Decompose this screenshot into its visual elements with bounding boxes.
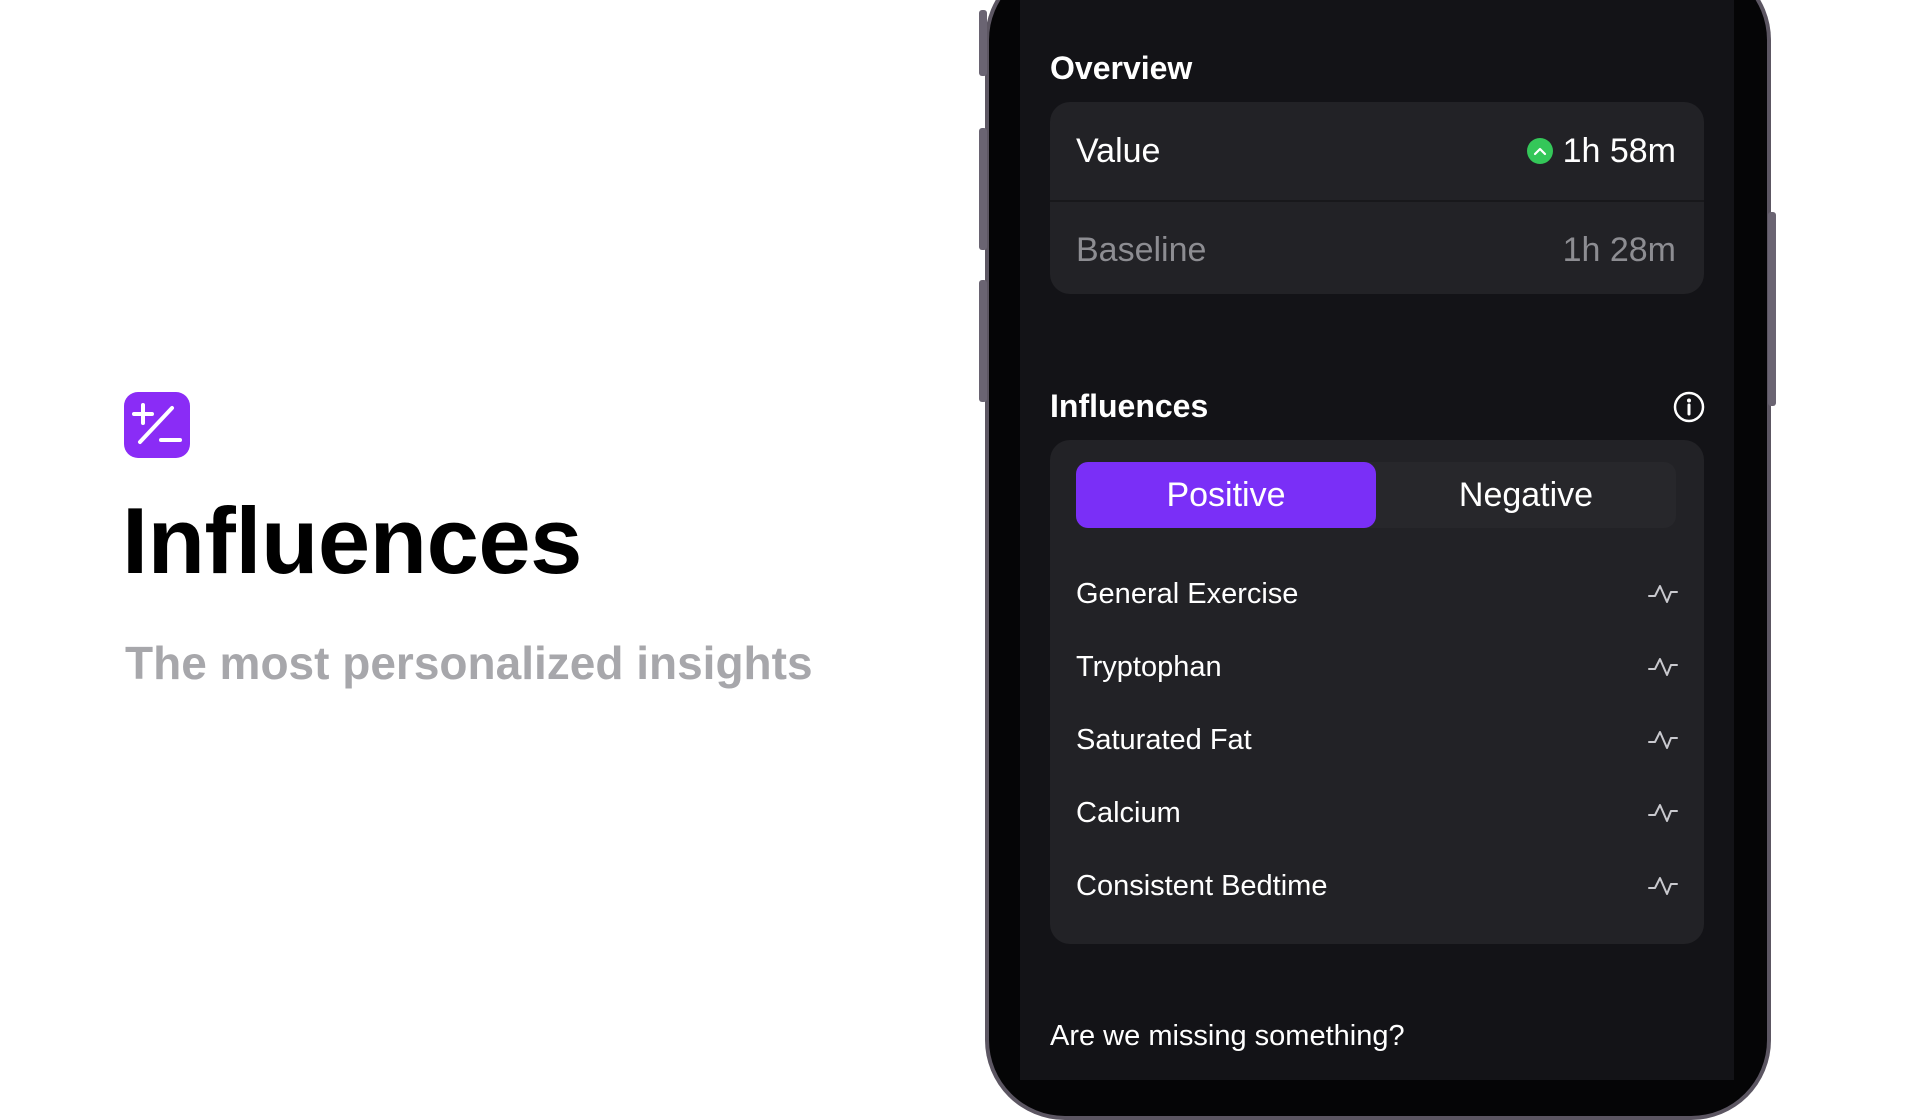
influence-item[interactable]: Calcium bbox=[1076, 793, 1678, 833]
tab-positive[interactable]: Positive bbox=[1076, 462, 1376, 528]
up-arrow-icon bbox=[1526, 138, 1553, 164]
trend-icon bbox=[1648, 658, 1678, 676]
influences-title: Influences bbox=[1050, 388, 1209, 424]
info-icon[interactable] bbox=[1672, 390, 1706, 424]
volume-up-button bbox=[979, 128, 987, 250]
influence-label: Saturated Fat bbox=[1076, 723, 1252, 756]
tab-negative[interactable]: Negative bbox=[1376, 462, 1676, 528]
side-button bbox=[979, 10, 987, 76]
volume-down-button bbox=[979, 280, 987, 402]
influence-label: Tryptophan bbox=[1076, 650, 1222, 683]
value-label: Value bbox=[1076, 131, 1161, 170]
overview-card: Value 1h 58m Baseline 1h 28m bbox=[1050, 102, 1704, 294]
influence-tabs: Positive Negative bbox=[1076, 462, 1676, 528]
trend-icon bbox=[1648, 877, 1678, 895]
power-button bbox=[1768, 212, 1776, 406]
overview-title: Overview bbox=[1050, 50, 1193, 86]
baseline-row[interactable]: Baseline 1h 28m bbox=[1050, 201, 1704, 299]
baseline-amount: 1h 28m bbox=[1562, 230, 1676, 269]
baseline-label: Baseline bbox=[1076, 230, 1207, 269]
influence-label: Calcium bbox=[1076, 796, 1181, 829]
trend-icon bbox=[1648, 585, 1678, 603]
value-amount: 1h 58m bbox=[1562, 131, 1676, 170]
influence-item[interactable]: Saturated Fat bbox=[1076, 720, 1678, 760]
trend-icon bbox=[1648, 804, 1678, 822]
influence-label: General Exercise bbox=[1076, 577, 1299, 610]
influence-item[interactable]: Tryptophan bbox=[1076, 647, 1678, 687]
trend-icon bbox=[1648, 731, 1678, 749]
plus-minus-icon bbox=[132, 403, 182, 444]
influence-item[interactable]: Consistent Bedtime bbox=[1076, 866, 1678, 906]
hero-title: Influences bbox=[122, 488, 582, 593]
value-row[interactable]: Value 1h 58m bbox=[1050, 102, 1704, 200]
missing-something-link[interactable]: Are we missing something? bbox=[1050, 1020, 1405, 1053]
influence-item[interactable]: General Exercise bbox=[1076, 574, 1678, 614]
influences-card: Positive Negative General Exercise Trypt… bbox=[1050, 440, 1704, 944]
hero-subtitle: The most personalized insights bbox=[125, 637, 813, 689]
app-icon bbox=[124, 392, 190, 458]
influence-label: Consistent Bedtime bbox=[1076, 869, 1328, 902]
phone-screen: Overview Value 1h 58m Baseline 1h 28m In… bbox=[1020, 0, 1734, 1080]
